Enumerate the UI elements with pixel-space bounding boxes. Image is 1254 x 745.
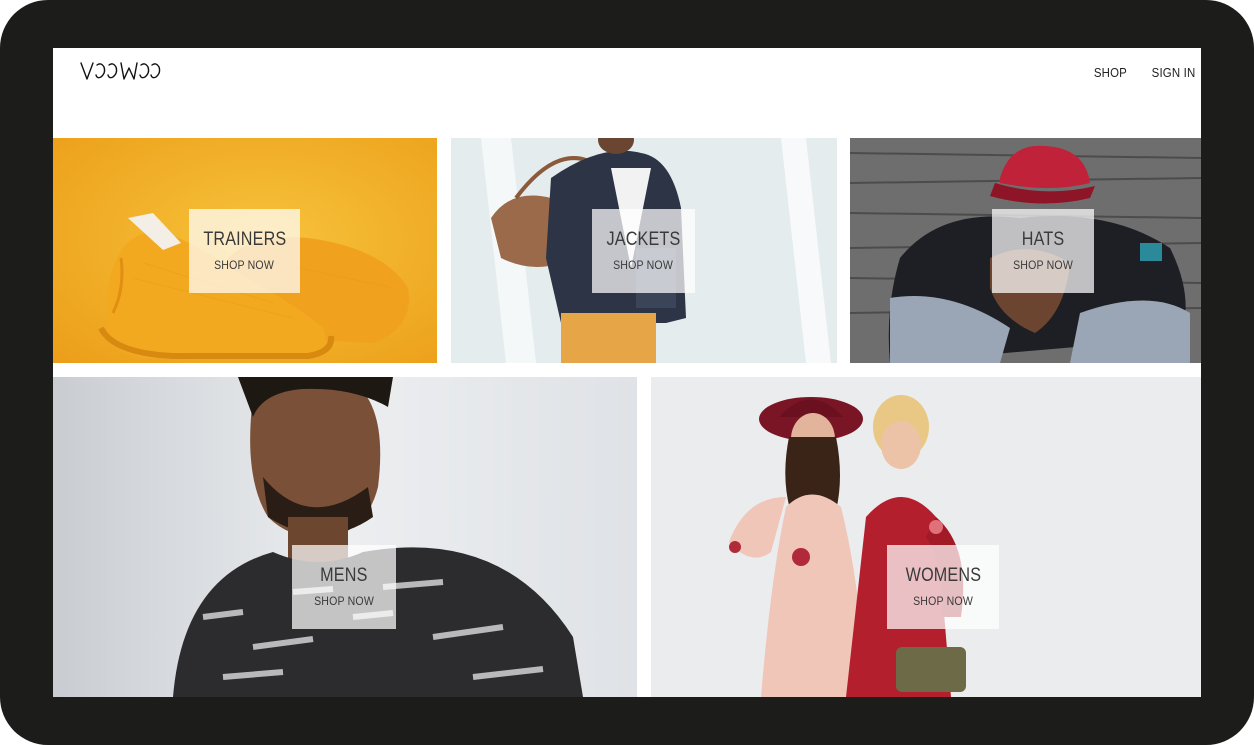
nav-sign-in-link[interactable]: SIGN IN — [1151, 65, 1195, 80]
category-label-trainers[interactable]: TRAINERS SHOP NOW — [189, 209, 300, 293]
device-frame: SHOP SIGN IN TRAINERS SHOP NOW JACKETS S… — [0, 0, 1254, 745]
category-tile-hats[interactable]: HATS SHOP NOW — [850, 138, 1201, 363]
shop-now-link[interactable]: SHOP NOW — [614, 258, 674, 272]
category-title: JACKETS — [606, 228, 681, 250]
category-title: MENS — [320, 564, 368, 586]
category-title: TRAINERS — [202, 228, 287, 250]
category-label-mens[interactable]: MENS SHOP NOW — [292, 545, 396, 629]
screen: SHOP SIGN IN TRAINERS SHOP NOW JACKETS S… — [53, 48, 1201, 697]
category-label-hats[interactable]: HATS SHOP NOW — [992, 209, 1094, 293]
nav-shop-link[interactable]: SHOP — [1093, 65, 1126, 80]
category-tile-mens[interactable]: MENS SHOP NOW — [53, 377, 637, 697]
category-label-jackets[interactable]: JACKETS SHOP NOW — [592, 209, 695, 293]
category-tile-jackets[interactable]: JACKETS SHOP NOW — [451, 138, 837, 363]
brand-logo[interactable] — [79, 60, 161, 82]
shop-now-link[interactable]: SHOP NOW — [1013, 258, 1073, 272]
top-nav: SHOP SIGN IN — [1093, 65, 1195, 80]
category-tile-trainers[interactable]: TRAINERS SHOP NOW — [53, 138, 437, 363]
category-label-womens[interactable]: WOMENS SHOP NOW — [887, 545, 999, 629]
category-title: WOMENS — [905, 564, 981, 586]
site-header: SHOP SIGN IN — [53, 48, 1201, 138]
category-title: HATS — [1021, 228, 1065, 250]
category-tile-womens[interactable]: WOMENS SHOP NOW — [651, 377, 1201, 697]
mens-image — [53, 377, 637, 697]
shop-now-link[interactable]: SHOP NOW — [314, 594, 374, 608]
womens-image — [651, 377, 1201, 697]
shop-now-link[interactable]: SHOP NOW — [913, 594, 973, 608]
shop-now-link[interactable]: SHOP NOW — [215, 258, 275, 272]
